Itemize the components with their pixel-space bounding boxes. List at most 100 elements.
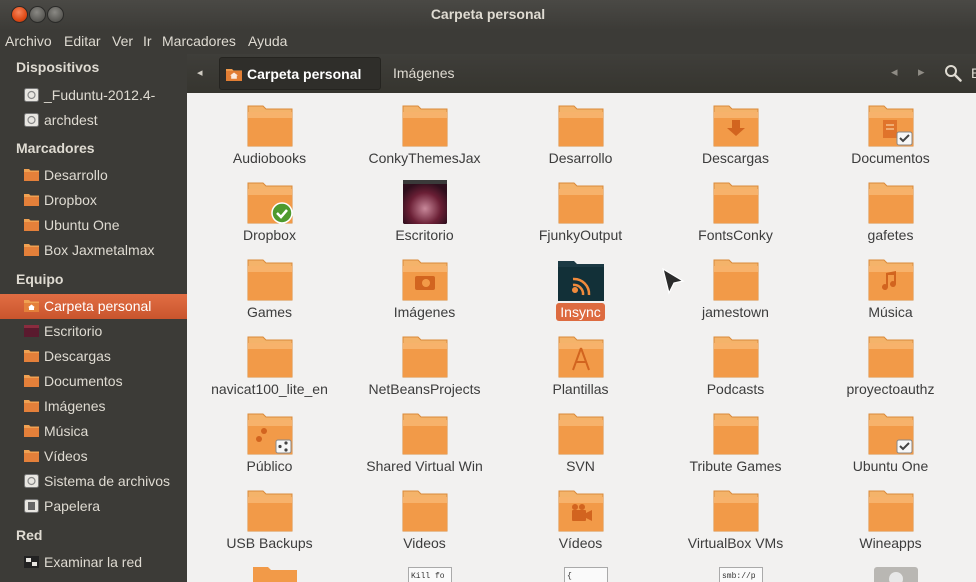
sidebar-item-descargas[interactable]: Descargas — [0, 344, 187, 369]
folder-icon — [24, 244, 39, 256]
file-item-gafetes[interactable]: gafetes — [813, 170, 968, 247]
file-item-wineapps[interactable]: Wineapps — [813, 478, 968, 555]
sidebar-item-examinar-la-red[interactable]: Examinar la red — [0, 550, 187, 575]
file-item-netbeansprojects[interactable]: NetBeansProjects — [347, 324, 502, 401]
download-folder-icon — [713, 105, 759, 147]
toolbar: ◂ Carpeta personal Imágenes ◂ ▸ E — [187, 54, 976, 93]
file-item-documentos[interactable]: Documentos — [813, 93, 968, 170]
file-item-shared-virtual-win[interactable]: Shared Virtual Win — [347, 401, 502, 478]
file-item-usb-backups[interactable]: USB Backups — [192, 478, 347, 555]
sidebar-item-sistema-de-archivos[interactable]: Sistema de archivos — [0, 469, 187, 494]
file-label: Games — [192, 304, 347, 320]
file-item-dropbox[interactable]: Dropbox — [192, 170, 347, 247]
menu-marcadores[interactable]: Marcadores — [162, 33, 236, 49]
folder-icon — [713, 259, 759, 301]
back-button[interactable]: ◂ — [891, 64, 898, 80]
sidebar-item-fuduntu-2012-4[interactable]: _Fuduntu-2012.4- — [0, 83, 187, 108]
breadcrumb-home-button[interactable]: Carpeta personal — [219, 57, 381, 90]
file-name: Audiobooks — [232, 150, 307, 166]
template-folder-icon — [558, 336, 604, 378]
file-item-música[interactable]: Música — [813, 247, 968, 324]
text-file-preview: smb://p — [722, 572, 756, 581]
file-item-videos[interactable]: Videos — [347, 478, 502, 555]
text-file-icon[interactable]: { — [564, 567, 608, 582]
drive-icon — [24, 88, 39, 102]
file-item-svn[interactable]: SVN — [503, 401, 658, 478]
text-file-icon[interactable]: Kill fo — [408, 567, 452, 582]
sidebar-heading-marcadores: Marcadores — [16, 140, 95, 156]
sidebar-item-música[interactable]: Música — [0, 419, 187, 444]
file-name: Descargas — [702, 150, 769, 166]
file-item-ubuntu-one[interactable]: Ubuntu One — [813, 401, 968, 478]
view-menu-label[interactable]: E — [971, 65, 976, 81]
file-item-vídeos[interactable]: Vídeos — [503, 478, 658, 555]
file-item-podcasts[interactable]: Podcasts — [658, 324, 813, 401]
folder-icon — [24, 219, 39, 231]
menu-editar[interactable]: Editar — [64, 33, 101, 49]
file-label: Imágenes — [347, 304, 502, 320]
file-item-virtualbox-vms[interactable]: VirtualBox VMs — [658, 478, 813, 555]
menu-ver[interactable]: Ver — [112, 33, 133, 49]
file-label: Desarrollo — [503, 150, 658, 166]
text-file-icon[interactable]: smb://p — [719, 567, 763, 582]
file-item-descargas[interactable]: Descargas — [658, 93, 813, 170]
file-item-tribute-games[interactable]: Tribute Games — [658, 401, 813, 478]
sidebar-item-box-jaxmetalmax[interactable]: Box Jaxmetalmax — [0, 238, 187, 263]
breadcrumb-images[interactable]: Imágenes — [393, 65, 454, 81]
file-name: Plantillas — [552, 381, 609, 397]
sidebar-item-dropbox[interactable]: Dropbox — [0, 188, 187, 213]
file-label: SVN — [503, 458, 658, 474]
drive-icon — [24, 113, 39, 127]
sidebar-item-ubuntu-one[interactable]: Ubuntu One — [0, 213, 187, 238]
file-name: USB Backups — [226, 535, 313, 551]
sidebar-item-escritorio[interactable]: Escritorio — [0, 319, 187, 344]
file-item-desarrollo[interactable]: Desarrollo — [503, 93, 658, 170]
breadcrumb-back-arrow[interactable]: ◂ — [197, 66, 203, 79]
menu-bar: Archivo Editar Ver Ir Marcadores Ayuda — [0, 30, 976, 54]
file-name: ConkyThemesJax — [368, 150, 481, 166]
insync-folder-icon — [558, 261, 604, 301]
sidebar-item-documentos[interactable]: Documentos — [0, 369, 187, 394]
file-name: Dropbox — [243, 227, 296, 243]
folder-icon — [247, 490, 293, 532]
menu-ir[interactable]: Ir — [143, 33, 152, 49]
folder-icon — [558, 105, 604, 147]
sidebar-item-carpeta-personal[interactable]: Carpeta personal — [0, 294, 187, 319]
sidebar-item-label: Documentos — [44, 373, 123, 389]
window-title: Carpeta personal — [430, 6, 546, 22]
folder-icon[interactable] — [253, 567, 297, 582]
file-item-escritorio[interactable]: Escritorio — [347, 170, 502, 247]
file-name: Vídeos — [558, 535, 603, 551]
settings-file-icon[interactable] — [874, 567, 918, 582]
file-item-imágenes[interactable]: Imágenes — [347, 247, 502, 324]
file-item-navicat100-lite-en[interactable]: navicat100_lite_en — [192, 324, 347, 401]
sidebar-item-papelera[interactable]: Papelera — [0, 494, 187, 519]
sidebar-item-vídeos[interactable]: Vídeos — [0, 444, 187, 469]
sidebar-item-imágenes[interactable]: Imágenes — [0, 394, 187, 419]
file-name: Ubuntu One — [852, 458, 929, 474]
file-item-games[interactable]: Games — [192, 247, 347, 324]
folder-icon — [24, 350, 39, 362]
file-label: Dropbox — [192, 227, 347, 243]
forward-button[interactable]: ▸ — [918, 64, 925, 80]
file-item-fjunkyoutput[interactable]: FjunkyOutput — [503, 170, 658, 247]
search-icon[interactable] — [944, 64, 962, 82]
file-name: Documentos — [851, 150, 930, 166]
file-item-conkythemesjax[interactable]: ConkyThemesJax — [347, 93, 502, 170]
file-item-fontsconky[interactable]: FontsConky — [658, 170, 813, 247]
menu-ayuda[interactable]: Ayuda — [248, 33, 287, 49]
file-name: VirtualBox VMs — [687, 535, 784, 551]
sidebar-item-label: Descargas — [44, 348, 111, 364]
sidebar-item-desarrollo[interactable]: Desarrollo — [0, 163, 187, 188]
file-label: Público — [192, 458, 347, 474]
menu-archivo[interactable]: Archivo — [5, 33, 52, 49]
file-item-proyectoauthz[interactable]: proyectoauthz — [813, 324, 968, 401]
file-label: Wineapps — [813, 535, 968, 551]
file-label: jamestown — [658, 304, 813, 320]
file-name: FontsConky — [698, 227, 773, 243]
file-item-audiobooks[interactable]: Audiobooks — [192, 93, 347, 170]
file-item-público[interactable]: Público — [192, 401, 347, 478]
file-item-plantillas[interactable]: Plantillas — [503, 324, 658, 401]
file-item-insync[interactable]: Insync — [503, 247, 658, 324]
sidebar-item-archdest[interactable]: archdest — [0, 108, 187, 133]
